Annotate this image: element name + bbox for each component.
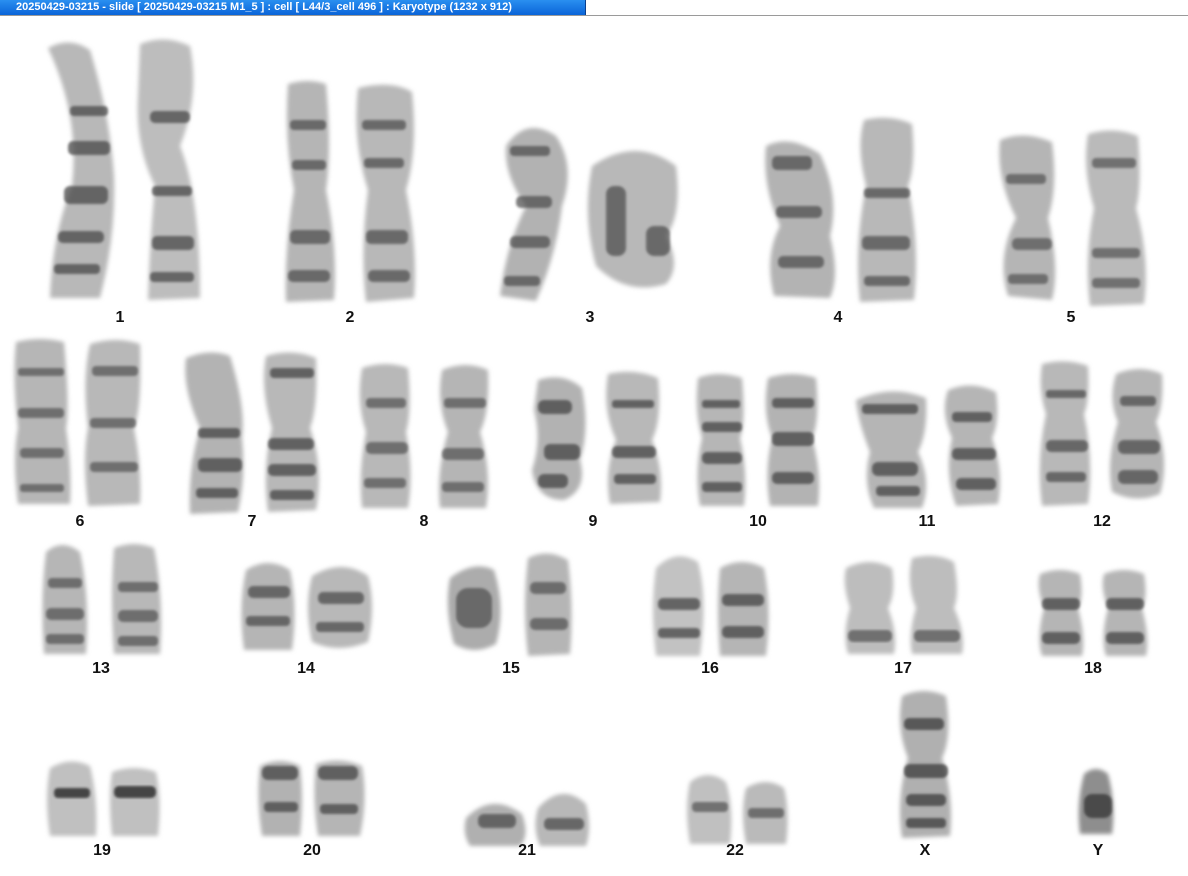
chromosome-9-image — [532, 371, 661, 504]
chromosome-16-image — [653, 556, 769, 656]
chromosome-19-image — [47, 761, 160, 836]
chromosome-label-8: 8 — [419, 513, 429, 530]
chromosome-11-image — [856, 385, 1000, 508]
chromosome-pair-2[interactable] — [282, 80, 422, 308]
chromosome-y-image — [1078, 769, 1114, 834]
karyotype-canvas: 1 2 3 4 5 6 7 8 9 10 11 12 13 14 15 16 1… — [0, 16, 1188, 876]
chromosome-14-image — [241, 563, 372, 650]
chromosome-y[interactable] — [1074, 764, 1124, 838]
chromosome-label-7: 7 — [247, 513, 257, 530]
chromosome-pair-20[interactable] — [256, 758, 376, 842]
chromosome-x[interactable] — [894, 688, 964, 842]
chromosome-pair-15[interactable] — [444, 548, 584, 660]
chromosome-pair-14[interactable] — [238, 546, 388, 656]
chromosome-pair-9[interactable] — [524, 370, 674, 510]
chromosome-label-1: 1 — [115, 309, 125, 326]
chromosome-pair-11[interactable] — [852, 382, 1012, 512]
chromosome-8-image — [359, 364, 489, 508]
chromosome-label-17: 17 — [894, 660, 912, 677]
chromosome-label-22: 22 — [726, 842, 744, 859]
chromosome-label-10: 10 — [749, 513, 767, 530]
chromosome-13-image — [42, 544, 162, 654]
chromosome-label-y: Y — [1092, 842, 1104, 859]
chromosome-x-image — [900, 691, 951, 838]
chromosome-21-image — [464, 793, 589, 846]
chromosome-pair-22[interactable] — [684, 768, 804, 848]
chromosome-label-3: 3 — [585, 309, 595, 326]
chromosome-pair-21[interactable] — [462, 778, 602, 852]
chromosome-pair-16[interactable] — [650, 548, 780, 660]
chromosome-1-image — [48, 39, 200, 301]
chromosome-pair-8[interactable] — [356, 362, 496, 512]
chromosome-17-image — [844, 555, 963, 654]
chromosome-label-9: 9 — [588, 513, 598, 530]
chromosome-pair-7[interactable] — [182, 348, 332, 518]
chromosome-label-12: 12 — [1093, 513, 1111, 530]
chromosome-label-2: 2 — [345, 309, 355, 326]
chromosome-5-image — [999, 130, 1146, 306]
chromosome-pair-13[interactable] — [38, 538, 178, 658]
chromosome-10-image — [696, 374, 820, 506]
chromosome-label-13: 13 — [92, 660, 110, 677]
chromosome-4-image — [765, 117, 916, 302]
chromosome-22-image — [687, 775, 788, 844]
chromosome-12-image — [1039, 361, 1165, 506]
chromosome-pair-1[interactable] — [40, 36, 210, 306]
chromosome-pair-4[interactable] — [760, 116, 920, 306]
chromosome-pair-5[interactable] — [994, 128, 1154, 308]
chromosome-label-20: 20 — [303, 842, 321, 859]
chromosome-pair-10[interactable] — [694, 372, 834, 512]
chromosome-label-11: 11 — [918, 513, 936, 530]
chromosome-label-21: 21 — [518, 842, 536, 859]
chromosome-label-4: 4 — [833, 309, 843, 326]
chromosome-7-image — [185, 352, 319, 514]
chromosome-15-image — [447, 553, 572, 656]
chromosome-label-15: 15 — [502, 660, 520, 677]
chromosome-label-5: 5 — [1066, 309, 1076, 326]
chromosome-label-19: 19 — [93, 842, 111, 859]
chromosome-pair-12[interactable] — [1036, 360, 1176, 510]
chromosome-20-image — [258, 760, 365, 836]
chromosome-pair-18[interactable] — [1036, 568, 1156, 662]
chromosome-pair-19[interactable] — [44, 758, 174, 842]
chromosome-label-x: X — [919, 842, 931, 859]
chromosome-label-18: 18 — [1084, 660, 1102, 677]
chromosome-2-image — [285, 81, 415, 302]
chromosome-pair-6[interactable] — [12, 338, 152, 508]
chromosome-label-16: 16 — [701, 660, 719, 677]
window-title: 20250429-03215 - slide [ 20250429-03215 … — [16, 1, 512, 13]
chromosome-pair-17[interactable] — [842, 554, 972, 658]
window-title-bar[interactable]: 20250429-03215 - slide [ 20250429-03215 … — [0, 0, 586, 15]
chromosome-pair-3[interactable] — [496, 116, 686, 306]
chromosome-label-6: 6 — [75, 513, 85, 530]
chromosome-6-image — [14, 339, 141, 506]
chromosome-label-14: 14 — [297, 660, 315, 677]
chromosome-18-image — [1038, 570, 1148, 656]
chromosome-3-image — [500, 128, 678, 301]
